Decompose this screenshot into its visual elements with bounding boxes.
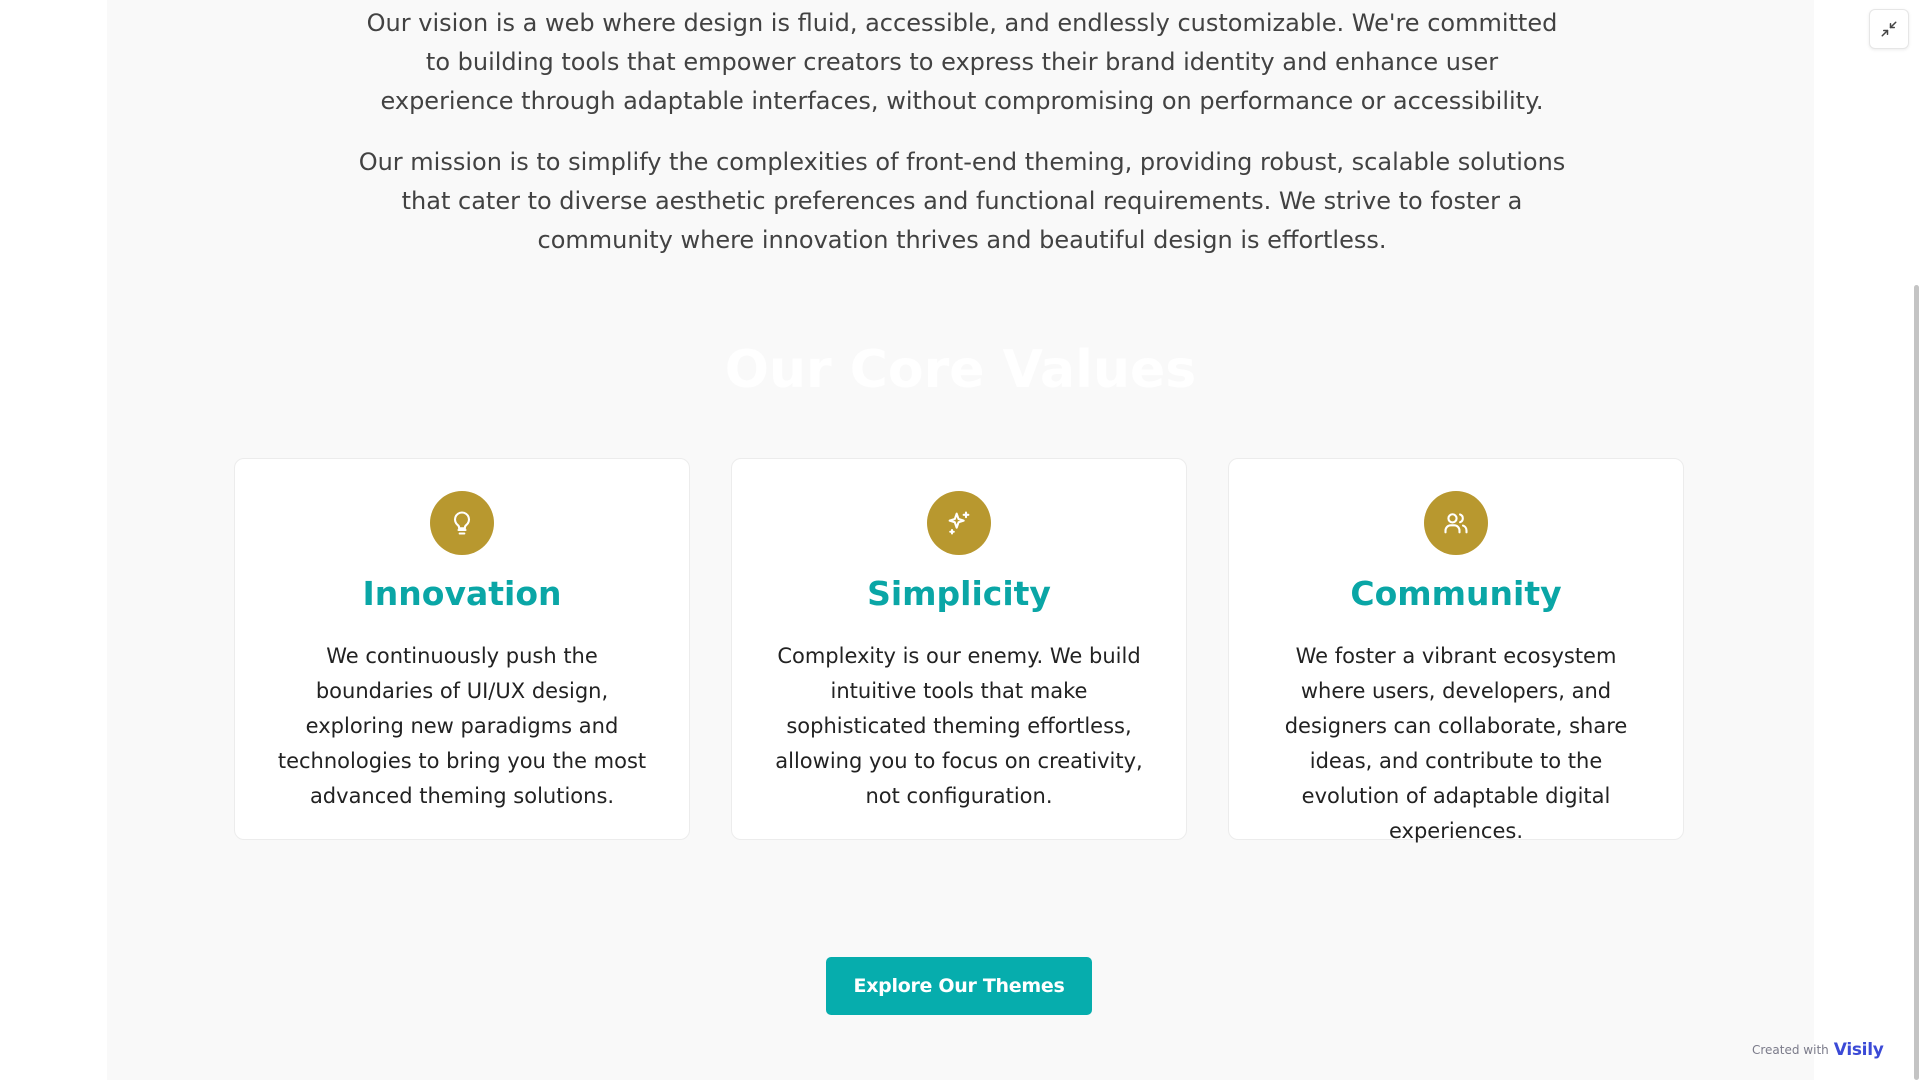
scrollbar-thumb[interactable] — [1914, 285, 1919, 1080]
lightbulb-icon — [430, 491, 494, 555]
sparkles-icon — [927, 491, 991, 555]
card-title: Community — [1350, 574, 1562, 613]
core-values-heading: Our Core Values — [724, 340, 1197, 400]
visily-logo: Visily — [1833, 1040, 1884, 1060]
value-card-simplicity: Simplicity Complexity is our enemy. We b… — [731, 458, 1187, 840]
collapse-icon[interactable] — [1869, 9, 1909, 49]
mission-paragraph: Our mission is to simplify the complexit… — [358, 148, 1566, 254]
explore-themes-button[interactable]: Explore Our Themes — [826, 957, 1092, 1015]
vision-paragraph: Our vision is a web where design is flui… — [366, 9, 1558, 115]
card-description: Complexity is our enemy. We build intuit… — [775, 644, 1143, 808]
users-icon — [1424, 491, 1488, 555]
card-description: We foster a vibrant ecosystem where user… — [1284, 644, 1628, 843]
card-description: We continuously push the boundaries of U… — [277, 644, 647, 808]
value-card-innovation: Innovation We continuously push the boun… — [234, 458, 690, 840]
value-card-community: Community We foster a vibrant ecosystem … — [1228, 458, 1684, 843]
card-title: Simplicity — [867, 574, 1051, 613]
badge-prefix: Created with — [1752, 1043, 1829, 1057]
created-with-badge[interactable]: Created with Visily — [1752, 1040, 1884, 1060]
intro-section: Our vision is a web where design is flui… — [357, 4, 1567, 260]
about-page: Our vision is a web where design is flui… — [107, 0, 1814, 1080]
viewport: Our vision is a web where design is flui… — [0, 0, 1920, 1080]
card-title: Innovation — [362, 574, 562, 613]
